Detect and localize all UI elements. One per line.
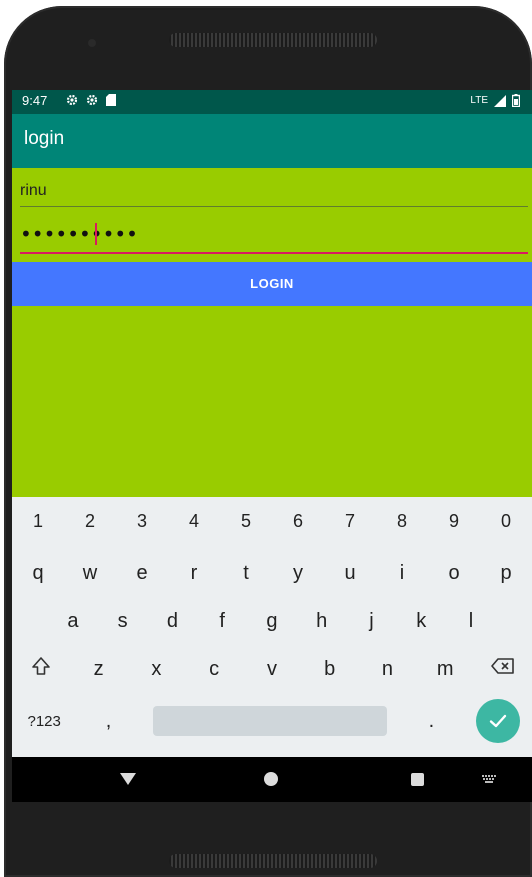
key-j[interactable]: j: [351, 610, 391, 633]
app-title: login: [24, 128, 65, 149]
soft-keyboard: 1 2 3 4 5 6 7 8 9 0 q w e r t y u i o p …: [12, 497, 532, 757]
key-i[interactable]: i: [382, 562, 422, 585]
space-key[interactable]: [152, 706, 387, 736]
app-bar: login: [12, 114, 532, 168]
key-7[interactable]: 7: [330, 511, 370, 532]
status-bar: 9:47 LTE: [12, 90, 532, 114]
key-r[interactable]: r: [174, 562, 214, 585]
key-comma[interactable]: ,: [89, 710, 129, 733]
front-camera: [88, 39, 96, 47]
signal-icon: [494, 94, 506, 107]
password-dots: ••••••••••: [20, 222, 138, 246]
symbols-key[interactable]: ?123: [24, 713, 64, 730]
enter-key[interactable]: [475, 699, 520, 743]
login-button[interactable]: LOGIN: [12, 262, 532, 306]
gear-icon: [66, 94, 78, 106]
keyboard-bottom-row: ?123 , .: [12, 699, 532, 743]
key-t[interactable]: t: [226, 562, 266, 585]
key-v[interactable]: v: [252, 658, 292, 681]
key-e[interactable]: e: [122, 562, 162, 585]
keyboard-row-asdf: a s d f g h j k l: [12, 601, 532, 641]
sd-card-icon: [106, 94, 116, 106]
back-triangle-icon[interactable]: [120, 773, 136, 785]
backspace-key[interactable]: [483, 657, 523, 681]
bottom-speaker: [169, 854, 377, 868]
key-f[interactable]: f: [202, 610, 242, 633]
shift-key[interactable]: [21, 656, 61, 682]
keyboard-row-zxcv: z x c v b n m: [12, 649, 532, 689]
key-z[interactable]: z: [79, 658, 119, 681]
key-k[interactable]: k: [401, 610, 441, 633]
key-8[interactable]: 8: [382, 511, 422, 532]
network-type: LTE: [470, 95, 488, 106]
key-c[interactable]: c: [194, 658, 234, 681]
earpiece-speaker: [169, 33, 377, 47]
phone-frame: 9:47 LTE login rinu •••••••••• LOGIN 1 2…: [4, 6, 532, 877]
key-a[interactable]: a: [53, 610, 93, 633]
key-p[interactable]: p: [486, 562, 526, 585]
key-y[interactable]: y: [278, 562, 318, 585]
key-o[interactable]: o: [434, 562, 474, 585]
text-cursor: [95, 223, 97, 245]
key-2[interactable]: 2: [70, 511, 110, 532]
key-1[interactable]: 1: [18, 511, 58, 532]
key-l[interactable]: l: [451, 610, 491, 633]
key-q[interactable]: q: [18, 562, 58, 585]
key-s[interactable]: s: [103, 610, 143, 633]
gear-icon: [86, 94, 98, 106]
system-icons: LTE: [470, 94, 520, 107]
key-g[interactable]: g: [252, 610, 292, 633]
shift-icon: [32, 657, 50, 675]
username-value: rinu: [20, 182, 47, 199]
key-9[interactable]: 9: [434, 511, 474, 532]
key-u[interactable]: u: [330, 562, 370, 585]
key-h[interactable]: h: [302, 610, 342, 633]
backspace-icon: [491, 658, 514, 674]
checkmark-icon: [489, 714, 506, 728]
key-n[interactable]: n: [367, 658, 407, 681]
keyboard-row-qwerty: q w e r t y u i o p: [12, 553, 532, 593]
key-w[interactable]: w: [70, 562, 110, 585]
password-field[interactable]: ••••••••••: [20, 220, 528, 254]
key-6[interactable]: 6: [278, 511, 318, 532]
key-b[interactable]: b: [310, 658, 350, 681]
key-5[interactable]: 5: [226, 511, 266, 532]
battery-icon: [512, 94, 520, 107]
home-button[interactable]: [264, 772, 278, 786]
key-period[interactable]: .: [411, 710, 451, 733]
key-0[interactable]: 0: [486, 511, 526, 532]
navigation-bar: [12, 757, 532, 802]
key-x[interactable]: x: [136, 658, 176, 681]
key-d[interactable]: d: [152, 610, 192, 633]
keyboard-number-row: 1 2 3 4 5 6 7 8 9 0: [12, 505, 532, 537]
keyboard-switch-icon[interactable]: [482, 775, 498, 785]
notification-icons: [66, 94, 116, 106]
screen: 9:47 LTE login rinu •••••••••• LOGIN 1 2…: [12, 90, 532, 802]
key-m[interactable]: m: [425, 658, 465, 681]
recents-button[interactable]: [411, 773, 424, 786]
key-3[interactable]: 3: [122, 511, 162, 532]
username-field[interactable]: rinu: [20, 176, 528, 207]
key-4[interactable]: 4: [174, 511, 214, 532]
status-time: 9:47: [22, 93, 48, 108]
